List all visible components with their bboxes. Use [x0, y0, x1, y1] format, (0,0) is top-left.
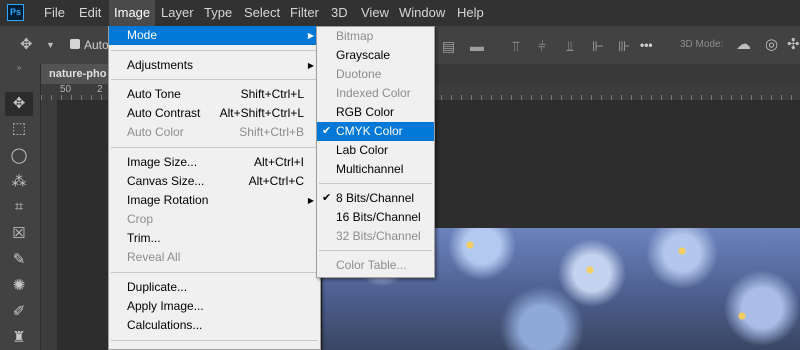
menu-item-calculations[interactable]: Calculations...: [109, 316, 320, 335]
menu-edit[interactable]: Edit: [74, 0, 106, 26]
ruler-label: 2: [97, 84, 103, 95]
mode-item-indexed-color[interactable]: Indexed Color: [317, 84, 434, 103]
align-middle-icon[interactable]: ▬: [470, 38, 484, 54]
distribute-left-icon[interactable]: ⊩: [592, 38, 604, 55]
mode-item-rgb-color[interactable]: RGB Color: [317, 103, 434, 122]
mode-item-cmyk-color[interactable]: ✔ CMYK Color: [317, 122, 434, 141]
roll-3d-icon[interactable]: ◎: [765, 26, 778, 64]
distribute-right-icon[interactable]: ⊪: [618, 38, 630, 55]
magic-wand-icon[interactable]: ⁂: [5, 170, 33, 194]
auto-select-checkbox[interactable]: [70, 39, 80, 49]
menu-3d[interactable]: 3D: [326, 0, 353, 26]
distribute-bottom-icon[interactable]: ⫫: [566, 38, 574, 55]
mode-item-lab-color[interactable]: Lab Color: [317, 141, 434, 160]
mode-item-grayscale[interactable]: Grayscale: [317, 46, 434, 65]
mode-submenu: Bitmap Grayscale Duotone Indexed Color R…: [316, 26, 435, 278]
menu-image[interactable]: Image: [109, 0, 156, 26]
photoshop-logo[interactable]: Ps: [7, 4, 24, 21]
align-icon[interactable]: ▤: [442, 38, 455, 55]
menu-separator: [111, 340, 318, 341]
chevron-down-icon[interactable]: ▼: [46, 26, 55, 64]
menu-window[interactable]: Window: [394, 0, 450, 26]
distribute-top-icon[interactable]: ⫪: [512, 38, 520, 55]
submenu-arrow-icon: ▶: [307, 61, 314, 70]
submenu-arrow-icon: ▶: [307, 196, 314, 205]
mode-item-color-table[interactable]: Color Table...: [317, 256, 434, 275]
ruler-label: 50: [60, 84, 72, 95]
lasso-icon[interactable]: ◯: [5, 144, 33, 168]
menu-help[interactable]: Help: [452, 0, 489, 26]
menu-item-crop[interactable]: Crop: [109, 210, 320, 229]
mode-item-16-bits[interactable]: 16 Bits/Channel: [317, 208, 434, 227]
mode-item-multichannel[interactable]: Multichannel: [317, 160, 434, 179]
menu-item-canvas-size[interactable]: Canvas Size... Alt+Ctrl+C: [109, 172, 320, 191]
more-options-button[interactable]: •••: [640, 26, 653, 64]
menu-item-mode[interactable]: Mode ▶: [109, 26, 320, 45]
menu-separator: [111, 147, 318, 148]
menu-separator: [319, 250, 432, 251]
menu-item-trim[interactable]: Trim...: [109, 229, 320, 248]
menu-separator: [111, 50, 318, 51]
pan-3d-icon[interactable]: ✣: [787, 26, 800, 64]
menu-separator: [319, 183, 432, 184]
menu-file[interactable]: File: [39, 0, 70, 26]
menu-item-apply-image[interactable]: Apply Image...: [109, 297, 320, 316]
menu-layer[interactable]: Layer: [156, 0, 199, 26]
menu-bar: Ps File Edit Image Layer Type Select Fil…: [0, 0, 800, 26]
stamp-icon[interactable]: ♜: [5, 326, 33, 350]
marquee-icon[interactable]: ⬚: [5, 117, 33, 141]
menu-separator: [111, 79, 318, 80]
menu-type[interactable]: Type: [199, 0, 237, 26]
menu-item-image-size[interactable]: Image Size... Alt+Ctrl+I: [109, 153, 320, 172]
mode-item-8-bits[interactable]: ✔ 8 Bits/Channel: [317, 189, 434, 208]
mode-item-duotone[interactable]: Duotone: [317, 65, 434, 84]
checkmark-icon: ✔: [322, 125, 332, 137]
menu-item-duplicate[interactable]: Duplicate...: [109, 278, 320, 297]
menu-item-auto-tone[interactable]: Auto Tone Shift+Ctrl+L: [109, 85, 320, 104]
menu-item-auto-contrast[interactable]: Auto Contrast Alt+Shift+Ctrl+L: [109, 104, 320, 123]
eyedropper-icon[interactable]: ✎: [5, 248, 33, 272]
menu-select[interactable]: Select: [239, 0, 285, 26]
menu-item-adjustments[interactable]: Adjustments ▶: [109, 56, 320, 75]
move-tool-preset-icon[interactable]: ✥: [20, 26, 33, 64]
menu-filter[interactable]: Filter: [285, 0, 324, 26]
submenu-arrow-icon: ▶: [307, 31, 314, 40]
menu-item-reveal-all[interactable]: Reveal All: [109, 248, 320, 267]
brush-icon[interactable]: ✐: [5, 300, 33, 324]
menu-item-auto-color[interactable]: Auto Color Shift+Ctrl+B: [109, 123, 320, 142]
orbit-3d-icon[interactable]: ☁: [736, 26, 751, 64]
crop-icon[interactable]: ⌗: [5, 195, 33, 219]
menu-separator: [111, 272, 318, 273]
mode-3d-label: 3D Mode:: [680, 39, 724, 50]
mode-item-32-bits[interactable]: 32 Bits/Channel: [317, 227, 434, 246]
frame-icon[interactable]: ☒: [5, 222, 33, 246]
menu-view[interactable]: View: [356, 0, 394, 26]
menu-item-image-rotation[interactable]: Image Rotation ▶: [109, 191, 320, 210]
checkmark-icon: ✔: [322, 192, 332, 204]
healing-brush-icon[interactable]: ✺: [5, 274, 33, 298]
vertical-ruler: [41, 100, 58, 350]
mode-item-bitmap[interactable]: Bitmap: [317, 27, 434, 46]
image-menu-dropdown: Mode ▶ Adjustments ▶ Auto Tone Shift+Ctr…: [108, 26, 321, 350]
collapse-icon[interactable]: »: [5, 64, 33, 72]
move-icon[interactable]: ✥: [5, 92, 33, 116]
distribute-vcenter-icon[interactable]: ⫩: [538, 38, 546, 55]
tools-panel: » ✥ ⬚ ◯ ⁂ ⌗ ☒ ✎ ✺ ✐ ♜: [0, 64, 41, 350]
